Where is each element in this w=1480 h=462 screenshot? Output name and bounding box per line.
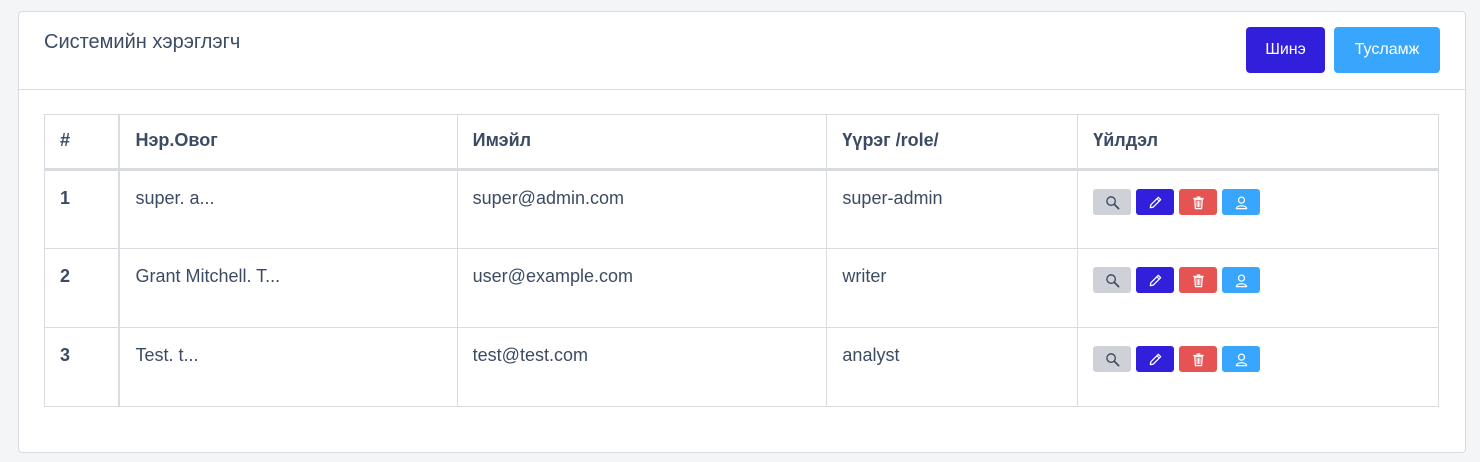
column-header-number: #: [44, 114, 121, 171]
row-actions: [1077, 248, 1439, 328]
row-name: super. a...: [118, 169, 458, 249]
trash-icon: [1193, 273, 1204, 287]
column-header-email: Имэйл: [456, 114, 828, 171]
row-email: user@example.com: [456, 248, 828, 328]
table-header-row: # Нэр.Овог Имэйл Үүрэг /role/ Үйлдэл: [44, 114, 1439, 171]
edit-button[interactable]: [1136, 267, 1175, 293]
delete-button[interactable]: [1179, 267, 1218, 293]
view-button[interactable]: [1093, 267, 1132, 293]
view-button[interactable]: [1093, 346, 1132, 372]
column-header-actions: Үйлдэл: [1077, 114, 1439, 171]
trash-icon: [1193, 195, 1204, 209]
user-icon: [1235, 274, 1247, 287]
row-name: Test. t...: [118, 327, 458, 407]
search-icon: [1105, 273, 1120, 287]
row-number: 3: [44, 327, 121, 407]
row-number: 1: [44, 169, 121, 249]
row-role: analyst: [826, 327, 1079, 407]
pencil-icon: [1149, 274, 1162, 286]
row-role: writer: [826, 248, 1079, 328]
row-actions: [1077, 169, 1439, 249]
users-table: # Нэр.Овог Имэйл Үүрэг /role/ Үйлдэл 1 s…: [44, 114, 1439, 407]
view-button[interactable]: [1093, 189, 1132, 215]
delete-button[interactable]: [1179, 189, 1218, 215]
page-title: Системийн хэрэглэгч: [44, 31, 241, 53]
new-button[interactable]: Шинэ: [1246, 27, 1325, 73]
pencil-icon: [1149, 353, 1162, 365]
user-icon: [1235, 353, 1247, 366]
table-row: 3 Test. t... test@test.com analyst: [44, 327, 1439, 407]
user-role-button[interactable]: [1222, 346, 1261, 372]
delete-button[interactable]: [1179, 346, 1218, 372]
table-row: 2 Grant Mitchell. T... user@example.com …: [44, 248, 1439, 328]
row-role: super-admin: [826, 169, 1079, 249]
edit-button[interactable]: [1136, 189, 1175, 215]
row-name: Grant Mitchell. T...: [118, 248, 458, 328]
search-icon: [1105, 195, 1120, 209]
column-header-role: Үүрэг /role/: [826, 114, 1079, 171]
row-email: test@test.com: [456, 327, 828, 407]
users-card: Системийн хэрэглэгч Шинэ Тусламж # Нэр.О…: [18, 11, 1466, 453]
row-email: super@admin.com: [456, 169, 828, 249]
row-actions: [1077, 327, 1439, 407]
pencil-icon: [1149, 196, 1162, 208]
search-icon: [1105, 352, 1120, 366]
edit-button[interactable]: [1136, 346, 1175, 372]
user-role-button[interactable]: [1222, 267, 1261, 293]
card-header: Системийн хэрэглэгч Шинэ Тусламж: [19, 12, 1465, 90]
row-number: 2: [44, 248, 121, 328]
user-icon: [1235, 196, 1247, 209]
help-button[interactable]: Тусламж: [1334, 27, 1440, 73]
table-row: 1 super. a... super@admin.com super-admi…: [44, 169, 1439, 249]
user-role-button[interactable]: [1222, 189, 1261, 215]
trash-icon: [1193, 352, 1204, 366]
column-header-name: Нэр.Овог: [118, 114, 458, 171]
